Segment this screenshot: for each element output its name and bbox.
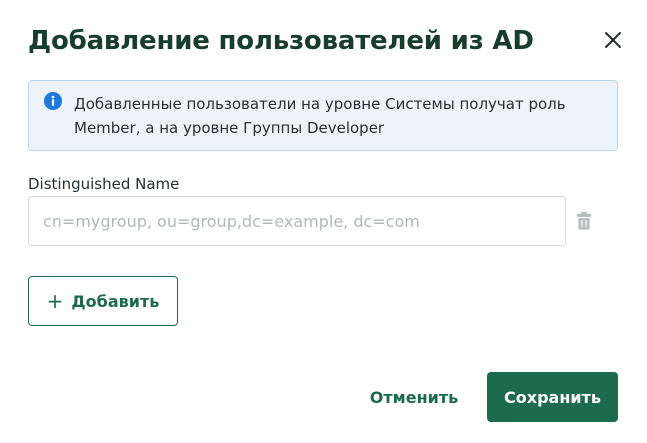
cancel-button[interactable]: Отменить (352, 372, 476, 422)
close-icon (605, 32, 621, 48)
distinguished-name-input[interactable] (28, 196, 566, 246)
info-banner: Добавленные пользователи на уровне Систе… (28, 80, 618, 151)
delete-row-button[interactable] (574, 210, 594, 232)
distinguished-name-label: Distinguished Name (28, 175, 180, 193)
add-ad-users-dialog: Добавление пользователей из AD Добавленн… (0, 0, 647, 443)
trash-icon (577, 212, 591, 230)
info-icon (44, 92, 62, 110)
close-button[interactable] (600, 27, 626, 53)
plus-icon: + (46, 289, 64, 313)
save-button[interactable]: Сохранить (487, 372, 618, 422)
info-text: Добавленные пользователи на уровне Систе… (74, 95, 566, 137)
add-button-label: Добавить (71, 291, 160, 311)
dialog-title: Добавление пользователей из AD (28, 26, 534, 56)
add-button[interactable]: + Добавить (28, 276, 178, 326)
